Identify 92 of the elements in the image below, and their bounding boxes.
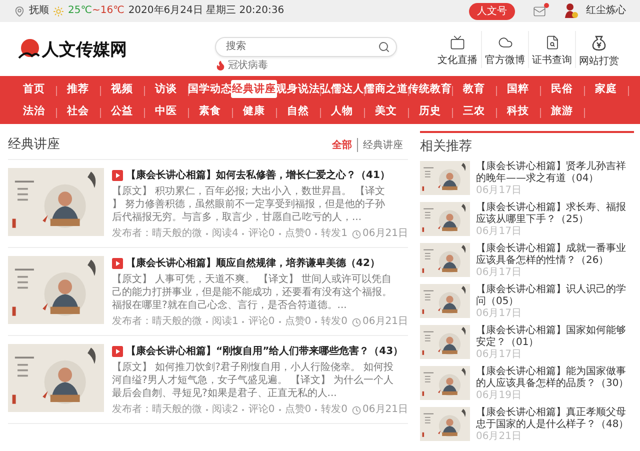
article-title[interactable]: 【康会长讲心相篇】“刚愎自用”给人们带来哪些危害？（43） [126,344,404,359]
document-search-icon [544,34,560,50]
article-title[interactable]: 【康会长讲心相篇】顺应自然规律，培养谦卑美德（42） [126,256,380,271]
nav-item[interactable]: 历史 [418,102,442,120]
article-title[interactable]: 【康会长讲心相篇】如何去私修善，增长仁爱之心？（41） [126,168,390,183]
nav-item[interactable]: 观身说法 [275,80,321,98]
article-excerpt: 【原文】 人事可凭，天道不爽。 【译文】 世间人或许可以凭自己的能力打拼事业，但是能不能成功，还要看有没有这个福报。福报在哪里?就在自己心念、言行，是否合符道德。... [112,273,393,312]
article-stat: 点赞0 [284,228,312,240]
search-icon[interactable] [378,40,390,52]
video-icon [112,346,123,357]
clock-icon [352,318,361,326]
sidebar-title: 相关推荐 [420,139,473,155]
nav-item[interactable]: 首页 [22,80,46,98]
clock-icon [352,406,361,414]
tv-icon [450,34,465,50]
nav-item[interactable]: 科技 [506,102,530,120]
search-field[interactable]: 搜索 [215,36,397,56]
nav-item[interactable]: 国学动态 [187,80,233,98]
nav-item[interactable]: 家庭 [594,80,618,98]
nav-item[interactable]: 法治 [22,102,46,120]
article-stat: 转发0 [321,316,348,328]
nav-item[interactable]: 美文 [374,102,398,120]
nav-item[interactable]: 推荐 [66,80,90,98]
money-bag-icon [591,34,607,50]
article-excerpt: 【原文】 积功累仁，百年必报; 大出小入，数世昇昌。 【译文】 努力修善积德，虽然眼前不一定享受到福报，但是他的子孙后代福报无穷。与言多，取言少，甘愿自己吃亏的人，... [112,185,386,224]
nav-item[interactable]: 弘儒达人 [319,80,365,98]
publisher: 发布者：晴天般的微 [112,404,202,416]
nav-item[interactable]: 人物 [330,102,354,120]
related-date: 06月17日 [476,349,522,361]
filter-link[interactable]: 全部 [327,138,357,152]
article-stat: 转发0 [321,404,348,416]
nav-item[interactable]: 民俗 [550,80,574,98]
nav-item[interactable]: 公益 [110,102,134,120]
avatar-icon[interactable] [564,3,578,19]
related-date: 06月19日 [476,390,522,402]
related-date: 06月21日 [476,431,522,443]
flame-icon [215,60,226,71]
nav-item[interactable]: 社会 [66,102,90,120]
mail-icon[interactable] [533,4,546,18]
article-stat: 阅读2 [212,404,238,416]
video-icon [112,170,123,181]
article-stat: 阅读1 [212,316,238,328]
nav-item[interactable]: 素食 [198,102,222,120]
related-date: 06月17日 [476,185,522,197]
username[interactable]: 红尘炼心 [586,5,626,17]
article-stat: 点赞0 [284,316,312,328]
article-stat: 阅读4 [212,228,238,240]
date-time: 2020年6月24日 星期三 20:20:36 [128,5,284,17]
nav-item[interactable]: 访谈 [154,80,178,98]
video-icon [112,258,123,269]
clock-icon [352,230,361,238]
location-icon [14,6,25,16]
article-stat: 转发1 [321,228,348,240]
article-date: 06月21日 [362,228,408,240]
hot-search-link[interactable]: 冠状病毒 [228,60,268,72]
cloud-icon [498,34,512,50]
low-temperature: ~16℃ [92,5,124,17]
nav-item[interactable]: 国粹 [506,80,530,98]
publisher: 发布者：晴天般的微 [112,316,202,328]
nav-item[interactable]: 儒商之道 [363,80,409,98]
article-stat: 点赞0 [284,404,312,416]
shortcut-link[interactable]: 官方微博 [481,30,528,68]
related-date: 06月17日 [476,267,522,279]
article-stat: 评论0 [248,316,275,328]
article-stat: 评论0 [248,228,275,240]
city: 抚顺 [29,5,49,17]
nav-item[interactable]: 传统教育 [407,80,453,98]
logo-icon [18,38,40,60]
nav-item[interactable]: 旅游 [550,102,574,120]
nav-item[interactable]: 经典讲座 [231,80,277,98]
shortcut-link[interactable]: 网站打赏 [575,30,622,68]
article-stat: 评论0 [248,404,275,416]
sun-icon [53,6,64,16]
nav-item[interactable]: 教育 [462,80,486,98]
related-date: 06月17日 [476,226,522,238]
nav-item[interactable]: 三农 [462,102,486,120]
logo-text: 人文传媒网 [42,38,127,60]
high-temperature: 25℃ [68,5,92,17]
article-date: 06月21日 [362,316,408,328]
filter-link[interactable]: 经典讲座 [357,138,408,152]
account-button[interactable]: 人文号 [469,2,515,20]
nav-item[interactable]: 自然 [286,102,310,120]
shortcut-link[interactable]: 文化直播 [434,30,481,68]
nav-item[interactable]: 视频 [110,80,134,98]
section-title: 经典讲座 [8,136,60,152]
related-date: 06月17日 [476,308,522,320]
article-excerpt: 【原文】 如何推刀饮剑?君子刚愎自用，小人行险侥幸。 如何投河自缢?男人才短气急，女子气盛见遍。 【译文】 为什么一个人最后会自刎、寻短见?如果是君子、正直无私的人... [112,361,395,400]
nav-item[interactable]: 健康 [242,102,266,120]
nav-item[interactable]: 中医 [154,102,178,120]
publisher: 发布者：晴天般的微 [112,228,202,240]
shortcut-link[interactable]: 证书查询 [528,30,575,68]
article-date: 06月21日 [362,404,408,416]
